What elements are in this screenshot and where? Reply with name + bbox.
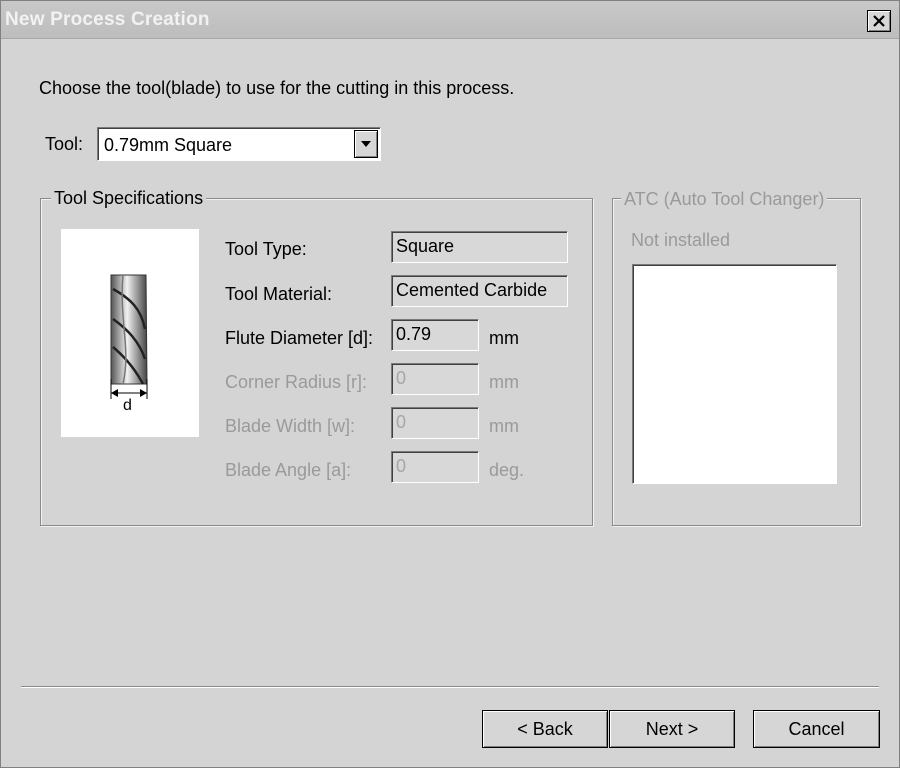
blade-angle-unit: deg. bbox=[489, 460, 525, 480]
close-icon bbox=[873, 15, 885, 27]
corner-radius-unit: mm bbox=[489, 372, 519, 392]
blade-angle-label: Blade Angle [a]: bbox=[225, 460, 352, 480]
next-button[interactable]: Next > bbox=[609, 710, 735, 748]
tool-specifications-legend: Tool Specifications bbox=[51, 188, 207, 209]
dialog-window: New Process Creation Choose the tool(bla… bbox=[0, 0, 900, 768]
instruction-text: Choose the tool(blade) to use for the cu… bbox=[39, 78, 515, 98]
tool-type-field: Square bbox=[391, 231, 568, 263]
blade-width-field: 0 bbox=[391, 407, 479, 439]
atc-tool-list[interactable] bbox=[632, 264, 837, 484]
separator bbox=[21, 686, 879, 688]
tool-select[interactable]: 0.79mm Square bbox=[97, 127, 381, 161]
tool-material-label: Tool Material: bbox=[225, 284, 333, 304]
atc-status: Not installed bbox=[631, 230, 731, 250]
chevron-down-icon bbox=[361, 141, 371, 147]
flute-diameter-label: Flute Diameter [d]: bbox=[225, 328, 374, 348]
window-title: New Process Creation bbox=[5, 9, 210, 30]
tool-image: d bbox=[61, 229, 199, 437]
blade-angle-field: 0 bbox=[391, 451, 479, 483]
tool-dropdown-button[interactable] bbox=[354, 130, 378, 158]
tool-select-value: 0.79mm Square bbox=[104, 135, 233, 155]
title-bar[interactable]: New Process Creation bbox=[1, 1, 899, 39]
close-button[interactable] bbox=[867, 10, 891, 32]
tool-type-label: Tool Type: bbox=[225, 239, 307, 259]
flute-diameter-field: 0.79 bbox=[391, 319, 479, 351]
blade-width-label: Blade Width [w]: bbox=[225, 416, 356, 436]
corner-radius-field: 0 bbox=[391, 363, 479, 395]
corner-radius-label: Corner Radius [r]: bbox=[225, 372, 368, 392]
cancel-button[interactable]: Cancel bbox=[753, 710, 880, 748]
diagram-dimension-label: d bbox=[123, 397, 132, 414]
atc-legend: ATC (Auto Tool Changer) bbox=[621, 189, 828, 210]
tool-label: Tool: bbox=[45, 134, 84, 154]
blade-width-unit: mm bbox=[489, 416, 519, 436]
tool-material-field: Cemented Carbide bbox=[391, 275, 568, 307]
flute-diameter-unit: mm bbox=[489, 328, 519, 348]
back-button[interactable]: < Back bbox=[482, 710, 608, 748]
